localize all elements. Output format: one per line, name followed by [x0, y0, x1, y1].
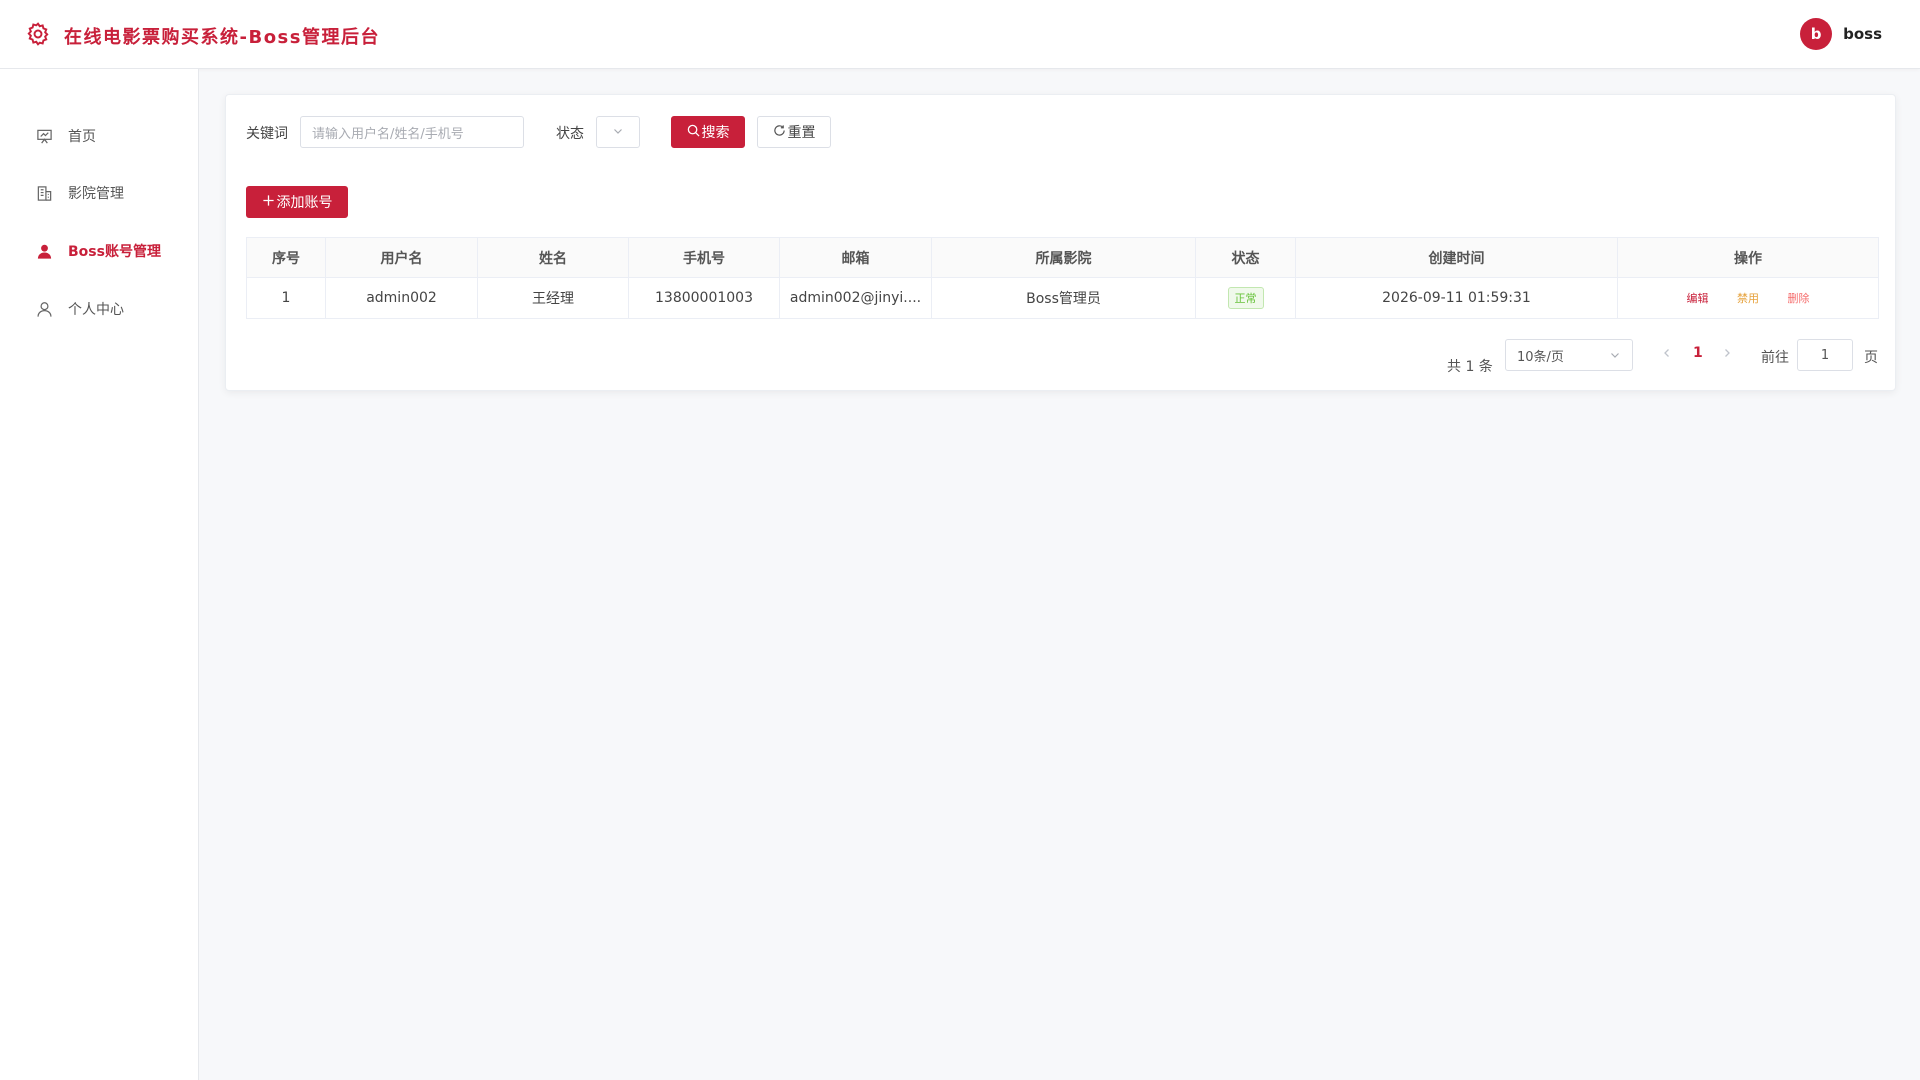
- username[interactable]: boss: [1843, 25, 1882, 43]
- goto-page-value: 1: [1820, 347, 1830, 363]
- disable-link[interactable]: 禁用: [1737, 292, 1759, 305]
- column-header: 邮箱: [779, 237, 932, 278]
- page-number-current[interactable]: 1: [1693, 345, 1703, 361]
- next-page-button[interactable]: [1721, 347, 1733, 363]
- page-size-select[interactable]: 10条/页: [1505, 339, 1633, 371]
- status-select[interactable]: [596, 116, 640, 148]
- column-header: 用户名: [325, 237, 478, 278]
- cell-created: 2026-09-11 01:59:31: [1295, 277, 1618, 319]
- sidebar-item-cinema[interactable]: 影院管理: [0, 173, 199, 213]
- keyword-input[interactable]: 请输入用户名/姓名/手机号: [300, 116, 524, 148]
- search-icon: [687, 124, 702, 141]
- cell-phone: 13800001003: [628, 277, 780, 319]
- sidebar-item-label: Boss账号管理: [68, 244, 161, 260]
- goto-label: 前往: [1761, 350, 1789, 366]
- table-row: 1 admin002 王经理 13800001003 admin002@jiny…: [246, 277, 1879, 319]
- sidebar-item-boss-accounts[interactable]: Boss账号管理: [0, 231, 199, 271]
- delete-link[interactable]: 删除: [1787, 292, 1809, 305]
- column-header: 手机号: [628, 237, 780, 278]
- cell-username: admin002: [325, 277, 478, 319]
- building-icon: [35, 184, 53, 202]
- status-label: 状态: [556, 126, 584, 142]
- accounts-table: 序号 用户名 姓名 手机号 邮箱 所属影院 状态 创建时间 操作 1 admin…: [246, 237, 1879, 319]
- cell-email: admin002@jinyi....: [779, 277, 932, 319]
- brand: 在线电影票购买系统-Boss管理后台: [25, 21, 380, 51]
- cell-status: 正常: [1195, 277, 1296, 319]
- gear-icon: [25, 21, 51, 51]
- chevron-down-icon: [1609, 349, 1621, 365]
- sidebar: 首页 影院管理 Boss账号管理 个人中心: [0, 69, 199, 1080]
- keyword-placeholder: 请输入用户名/姓名/手机号: [312, 126, 464, 142]
- avatar[interactable]: b: [1800, 18, 1833, 50]
- chevron-down-icon: [612, 123, 624, 141]
- user-menu[interactable]: b boss: [1800, 18, 1882, 50]
- presentation-icon: [35, 127, 53, 145]
- page-size-value: 10条/页: [1517, 349, 1564, 365]
- reset-button-label: 重置: [787, 125, 816, 141]
- pagination-total: 共 1 条: [1447, 359, 1493, 375]
- add-account-button[interactable]: 添加账号: [246, 186, 348, 218]
- app-title: 在线电影票购买系统-Boss管理后台: [64, 27, 380, 48]
- content-card: 关键词 请输入用户名/姓名/手机号 状态 搜索 重置 添加账号 序号 用户名 姓…: [225, 94, 1896, 391]
- add-account-label: 添加账号: [276, 195, 333, 211]
- sidebar-item-label: 影院管理: [68, 186, 124, 202]
- cell-actions: 编辑 禁用 删除: [1617, 277, 1879, 319]
- table-header-row: 序号 用户名 姓名 手机号 邮箱 所属影院 状态 创建时间 操作: [246, 237, 1879, 278]
- cell-name: 王经理: [477, 277, 629, 319]
- refresh-icon: [773, 124, 788, 141]
- reset-button[interactable]: 重置: [757, 116, 831, 148]
- cell-index: 1: [246, 277, 326, 319]
- prev-page-button[interactable]: [1661, 347, 1673, 363]
- sidebar-item-profile[interactable]: 个人中心: [0, 289, 199, 329]
- column-header: 序号: [246, 237, 326, 278]
- status-badge: 正常: [1227, 287, 1264, 309]
- column-header: 姓名: [477, 237, 629, 278]
- goto-page-input[interactable]: 1: [1797, 339, 1853, 371]
- user-filled-icon: [35, 242, 53, 260]
- plus-icon: [262, 194, 277, 211]
- column-header: 操作: [1617, 237, 1879, 278]
- user-outline-icon: [35, 300, 53, 318]
- page-suffix: 页: [1864, 350, 1878, 366]
- column-header: 状态: [1195, 237, 1296, 278]
- column-header: 创建时间: [1295, 237, 1618, 278]
- edit-link[interactable]: 编辑: [1687, 292, 1709, 305]
- search-button-label: 搜索: [701, 125, 730, 141]
- top-header: 在线电影票购买系统-Boss管理后台 b boss: [0, 0, 1920, 69]
- sidebar-item-home[interactable]: 首页: [0, 116, 199, 156]
- keyword-label: 关键词: [246, 126, 288, 142]
- sidebar-item-label: 个人中心: [68, 302, 124, 318]
- cell-cinema: Boss管理员: [931, 277, 1196, 319]
- column-header: 所属影院: [931, 237, 1196, 278]
- sidebar-item-label: 首页: [68, 129, 96, 145]
- search-button[interactable]: 搜索: [671, 116, 745, 148]
